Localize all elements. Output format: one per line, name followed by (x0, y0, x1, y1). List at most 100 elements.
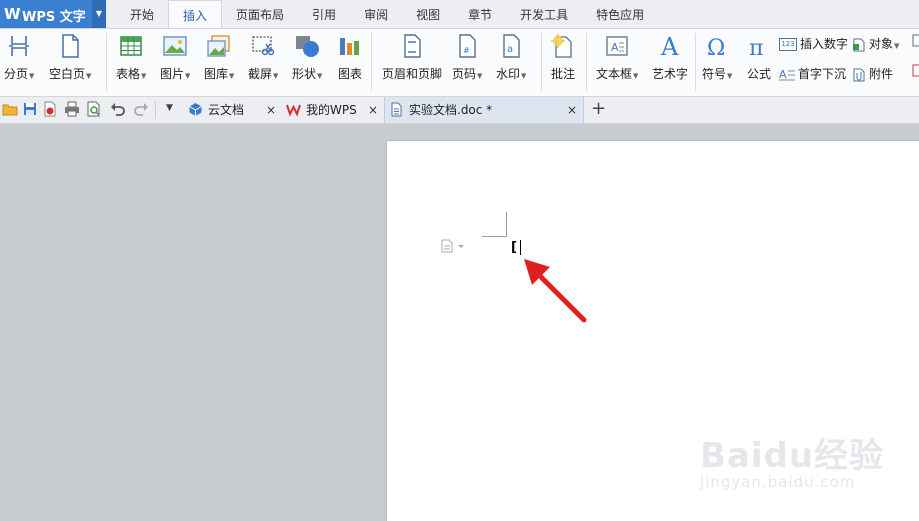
close-tab-icon[interactable]: × (368, 97, 378, 123)
tab-page-layout[interactable]: 页面布局 (222, 0, 298, 28)
app-dropdown-icon[interactable]: ▼ (92, 0, 106, 28)
header-footer-button[interactable]: 页眉和页脚 (382, 33, 442, 82)
new-tab-button[interactable]: + (591, 97, 606, 121)
drop-cap-label: 首字下沉 (798, 67, 847, 81)
gallery-button[interactable]: 图库▼ (204, 33, 234, 82)
margin-corner-mark (482, 212, 507, 237)
app-title: WPS 文字 (22, 10, 86, 25)
tab-developer-tools[interactable]: 开发工具 (506, 0, 582, 28)
page-break-button[interactable]: 分页▼ (4, 33, 34, 82)
shape-icon (296, 36, 320, 57)
wordart-label: 艺术字 (652, 67, 689, 81)
menu-bar: W WPS 文字 ▼ 开始 插入 页面布局 引用 审阅 视图 章节 开发工具 特… (0, 0, 919, 29)
doc-tab-current[interactable]: 实验文档.doc * × (384, 97, 584, 123)
watermark-button[interactable]: a 水印▼ (496, 33, 526, 82)
close-tab-icon[interactable]: × (567, 97, 577, 123)
save-icon[interactable] (22, 101, 38, 117)
header-footer-label: 页眉和页脚 (382, 67, 443, 81)
more-icon[interactable] (912, 64, 919, 78)
export-pdf-icon[interactable] (42, 101, 58, 117)
chart-icon (340, 38, 359, 55)
insert-number-button[interactable]: 123 插入数字 (779, 35, 848, 52)
watermark-brand: Baidu经验 (700, 436, 885, 476)
cloud-docs-icon (189, 103, 202, 116)
paragraph-layout-icon[interactable] (440, 239, 468, 253)
page-number-button[interactable]: # 页码▼ (452, 33, 482, 82)
textbox-icon: A (606, 36, 628, 56)
app-menu-button[interactable]: W WPS 文字 ▼ (0, 0, 106, 28)
svg-text:π: π (749, 36, 763, 59)
tab-review[interactable]: 审阅 (350, 0, 402, 28)
comment-button[interactable]: 批注 (550, 33, 576, 82)
wordart-icon: A (660, 33, 679, 59)
svg-text:A: A (611, 41, 619, 54)
tab-special-apps[interactable]: 特色应用 (582, 0, 658, 28)
picture-label: 图片 (160, 67, 185, 81)
object-icon (853, 38, 865, 51)
attachment-button[interactable]: 附件 (852, 65, 893, 82)
comment-icon (551, 34, 572, 58)
formula-button[interactable]: π 公式 (746, 33, 772, 82)
tab-section[interactable]: 章节 (454, 0, 506, 28)
attachment-label: 附件 (869, 67, 894, 81)
picture-button[interactable]: 图片▼ (160, 33, 190, 82)
red-pointer-arrow (524, 259, 587, 323)
screenshot-button[interactable]: 截屏▼ (248, 33, 278, 82)
more-icon[interactable] (912, 34, 919, 48)
gallery-label: 图库 (204, 67, 229, 81)
chart-button[interactable]: 图表 (337, 33, 363, 82)
drop-cap-button[interactable]: A 首字下沉 (779, 65, 846, 82)
doc-tab-mywps-label: 我的WPS (306, 103, 357, 117)
watermark-label: 水印 (496, 67, 521, 81)
object-button[interactable]: 对象▼ (852, 35, 899, 52)
textbox-button[interactable]: A 文本框▼ (596, 33, 638, 82)
menu-tabs: 开始 插入 页面布局 引用 审阅 视图 章节 开发工具 特色应用 (116, 0, 658, 28)
shape-button[interactable]: 形状▼ (292, 33, 322, 82)
omega-symbol-icon: Ω (707, 36, 725, 59)
chart-label: 图表 (337, 67, 362, 81)
wps-logo-icon: W (4, 5, 21, 23)
insert-number-label: 插入数字 (800, 37, 849, 51)
tab-start[interactable]: 开始 (116, 0, 168, 28)
baidu-watermark: Baidu经验 jingyan.baidu.com (700, 428, 884, 491)
doc-tab-cloud[interactable]: 云文档 × (184, 97, 282, 123)
document-icon (391, 102, 402, 117)
number-123-icon: 123 (779, 38, 797, 51)
table-button[interactable]: 表格▼ (116, 33, 146, 82)
toolbar-separator (155, 101, 156, 119)
wordart-button[interactable]: A 艺术字 (652, 33, 688, 82)
print-preview-icon[interactable] (86, 101, 102, 117)
screenshot-icon (252, 36, 275, 56)
picture-icon (163, 36, 187, 56)
table-icon (120, 36, 142, 56)
open-folder-icon[interactable] (2, 101, 18, 117)
page-break-icon (9, 36, 30, 56)
doc-tab-current-label: 实验文档.doc * (409, 103, 493, 117)
wps-w-icon (286, 104, 301, 117)
tab-view[interactable]: 视图 (402, 0, 454, 28)
gallery-icon (207, 35, 230, 57)
object-label: 对象 (869, 37, 894, 51)
watermark-icon: a (503, 34, 520, 58)
doc-tab-mywps[interactable]: 我的WPS × (282, 97, 384, 123)
close-tab-icon[interactable]: × (266, 97, 276, 123)
svg-text:a: a (507, 44, 513, 55)
undo-icon[interactable] (110, 101, 126, 117)
page-number-icon: # (459, 34, 476, 58)
tab-references[interactable]: 引用 (298, 0, 350, 28)
doc-tab-cloud-label: 云文档 (208, 103, 245, 117)
blank-page-button[interactable]: 空白页▼ (49, 33, 91, 82)
symbol-button[interactable]: Ω 符号▼ (702, 33, 732, 82)
table-label: 表格 (116, 67, 141, 81)
tab-insert[interactable]: 插入 (168, 0, 223, 28)
ribbon-separator (371, 33, 372, 91)
redo-icon[interactable] (133, 101, 149, 117)
drop-cap-icon: A (779, 68, 795, 81)
print-icon[interactable] (64, 101, 80, 117)
header-footer-icon (404, 34, 421, 58)
customize-dropdown-icon[interactable]: ▼ (166, 103, 173, 113)
screenshot-label: 截屏 (248, 67, 273, 81)
ribbon-separator (695, 33, 696, 91)
svg-text:A: A (779, 68, 787, 81)
shape-label: 形状 (292, 67, 317, 81)
